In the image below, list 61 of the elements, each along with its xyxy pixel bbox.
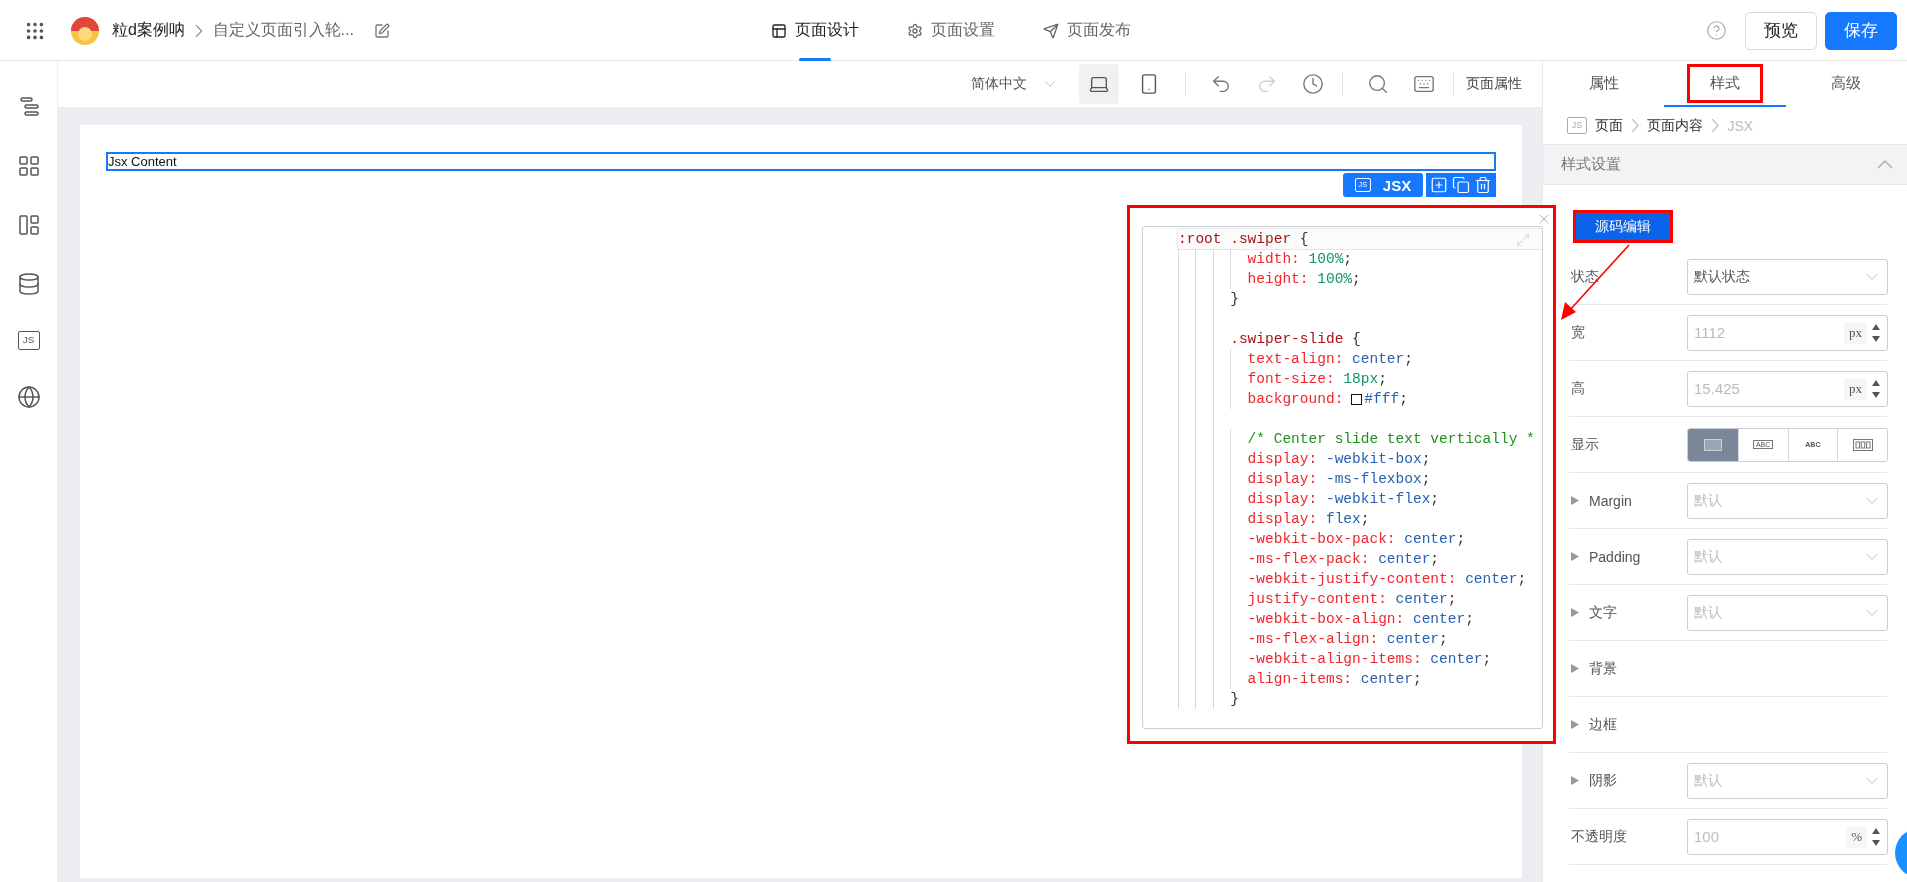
group-label: 背景 [1589, 659, 1617, 678]
code-line: } [1178, 689, 1542, 709]
source-edit-button[interactable]: 源码编辑 [1573, 210, 1673, 243]
group-label: 阴影 [1589, 771, 1617, 790]
group-label: Padding [1589, 548, 1641, 565]
code-line: display: -ms-flexbox; [1178, 469, 1542, 489]
code-line: align-items: center; [1178, 669, 1542, 689]
number-field[interactable]: 100 % [1687, 818, 1888, 855]
breadcrumb-link[interactable]: 页面内容 [1647, 116, 1704, 135]
number-input[interactable]: 1112 [1694, 324, 1844, 341]
unit-label: px [1844, 321, 1867, 344]
code-line: /* Center slide text vertically * [1178, 429, 1542, 449]
number-input[interactable]: 15.425 [1694, 380, 1844, 397]
nav-tab[interactable]: 页面发布 [1042, 0, 1131, 61]
language-select[interactable]: 简体中文 [971, 75, 1059, 93]
page-properties-button[interactable]: 页面属性 [1466, 75, 1522, 93]
preview-button[interactable]: 预览 [1745, 11, 1817, 50]
field-label: 高 [1571, 379, 1585, 398]
code-line: -ms-flex-align: center; [1178, 629, 1542, 649]
nav-tab[interactable]: 页面设置 [906, 0, 995, 61]
code-line: -webkit-justify-content: center; [1178, 569, 1542, 589]
code-text: #fff; [1364, 390, 1408, 409]
code-line: -webkit-box-align: center; [1178, 609, 1542, 629]
js-icon[interactable]: JS [17, 331, 40, 350]
section-header[interactable]: 样式设置 [1543, 144, 1907, 185]
number-field[interactable]: 1112 px [1687, 314, 1888, 351]
code-line: text-align: center; [1178, 349, 1542, 369]
page-title: 自定义页面引入轮... [212, 20, 354, 40]
code-line: height: 100%; [1178, 269, 1542, 289]
unit-label: % [1846, 825, 1867, 848]
code-line: display: -webkit-box; [1178, 449, 1542, 469]
group-label: 文字 [1589, 603, 1617, 622]
code-line: font-size: 18px; [1178, 369, 1542, 389]
code-line: .swiper-slide { [1178, 329, 1542, 349]
panel-tab[interactable]: 属性 [1543, 61, 1665, 107]
number-input[interactable]: 100 [1694, 828, 1847, 845]
code-text: background: [1246, 390, 1344, 409]
code-line: display: -webkit-flex; [1178, 489, 1542, 509]
field-label: 宽 [1571, 323, 1585, 342]
code-line: -webkit-align-items: center; [1178, 649, 1542, 669]
panel-tab[interactable]: 高级 [1785, 61, 1907, 107]
js-badge: JS [1567, 117, 1587, 134]
breadcrumb-link[interactable]: 页面 [1595, 116, 1623, 135]
group-label: 边框 [1589, 715, 1617, 734]
brand-name: 粒d案例呐 [112, 20, 185, 40]
field-label: 显示 [1571, 435, 1599, 454]
field-label: 不透明度 [1571, 827, 1627, 846]
nav-tab[interactable]: 页面设计 [770, 0, 859, 61]
code-line: justify-content: center; [1178, 589, 1542, 609]
code-line: display: flex; [1178, 509, 1542, 529]
code-line: } [1178, 289, 1542, 309]
number-field[interactable]: 15.425 px [1687, 370, 1888, 407]
code-line: -ms-flex-pack: center; [1178, 549, 1542, 569]
field-label: 状态 [1571, 267, 1599, 286]
save-button[interactable]: 保存 [1825, 11, 1897, 50]
code-line: -webkit-box-pack: center; [1178, 529, 1542, 549]
code-line: width: 100%; [1178, 249, 1542, 269]
group-label: Margin [1589, 492, 1632, 509]
unit-label: px [1844, 377, 1867, 400]
state-select[interactable]: 默认状态 [1687, 258, 1888, 295]
jsx-content: Jsx Content [106, 152, 1496, 171]
